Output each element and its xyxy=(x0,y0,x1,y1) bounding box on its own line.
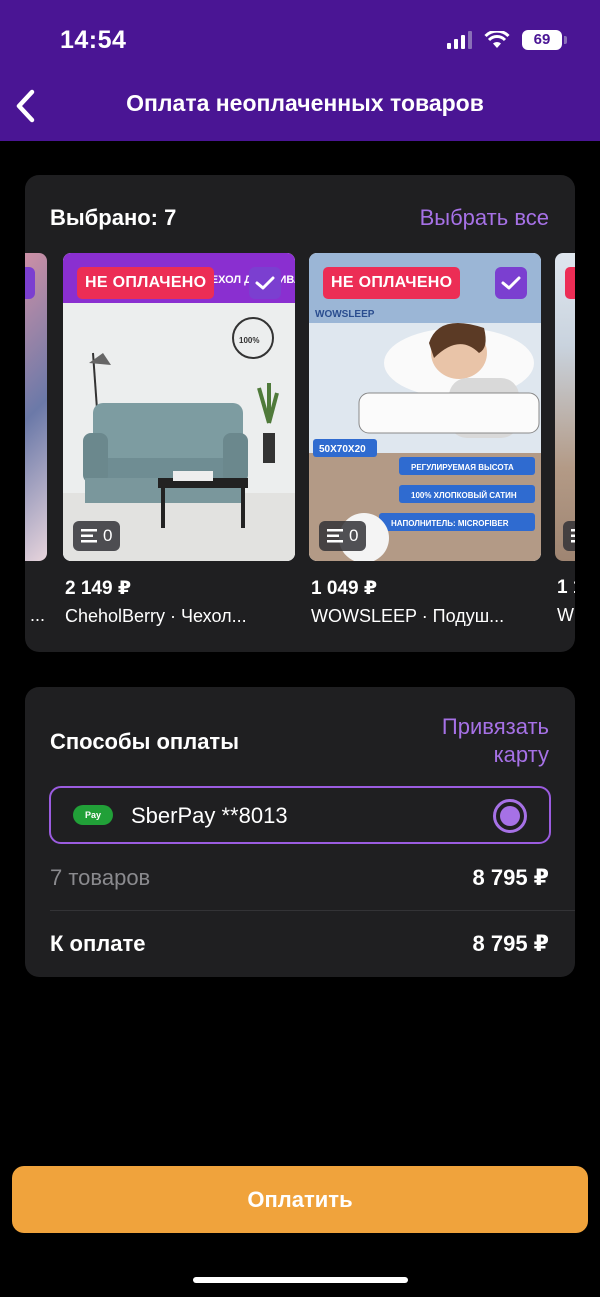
sofa-cover-image: ЧЕХОЛ ДЛЯ ДИВАНА 100% xyxy=(63,253,295,561)
payment-methods-card: Способы оплаты Привязать карту Pay SberP… xyxy=(25,687,575,977)
wifi-icon xyxy=(484,31,510,48)
svg-text:100% ХЛОПКОВЫЙ САТИН: 100% ХЛОПКОВЫЙ САТИН xyxy=(411,491,517,500)
product-card-partial-left[interactable]: ... xyxy=(25,253,47,626)
checkbox-checked-icon[interactable] xyxy=(25,267,35,299)
product-name: CheholBerry · Чехол... xyxy=(65,606,247,626)
product-name: W xyxy=(557,605,574,625)
checkbox-checked-icon[interactable] xyxy=(495,267,527,299)
amount-due-total: 8 795 ₽ xyxy=(472,931,549,956)
review-counter xyxy=(563,521,575,551)
review-counter: 0 xyxy=(319,521,367,551)
product-price: 2 149 ₽ xyxy=(65,578,132,599)
sberpay-logo-icon: Pay xyxy=(73,805,113,825)
unpaid-badge: НЕ ОПЛАЧЕНО xyxy=(77,267,215,299)
selected-count: Выбрано: 7 xyxy=(50,205,177,230)
page-title: Оплата неоплаченных товаров xyxy=(126,90,484,116)
unpaid-badge xyxy=(565,267,575,299)
status-time: 14:54 xyxy=(60,26,127,54)
product-price xyxy=(25,577,47,599)
items-count-label: 7 товаров xyxy=(50,865,151,890)
divider xyxy=(50,910,575,911)
svg-text:НАПОЛНИТЕЛЬ: MICROFIBER: НАПОЛНИТЕЛЬ: MICROFIBER xyxy=(391,519,509,528)
product-image: ЧЕХОЛ ДЛЯ ДИВАНА 100% xyxy=(63,253,295,561)
amount-due-row: К оплате 8 795 ₽ xyxy=(50,931,549,957)
select-all-button[interactable]: Выбрать все xyxy=(420,205,549,231)
payment-method-label: SberPay **8013 xyxy=(131,803,288,828)
pay-button[interactable]: Оплатить xyxy=(12,1166,588,1233)
list-icon xyxy=(327,529,343,543)
review-count: 0 xyxy=(349,526,359,545)
list-icon xyxy=(571,529,575,543)
amount-due-label: К оплате xyxy=(50,931,146,956)
unpaid-badge: НЕ ОПЛАЧЕНО xyxy=(323,267,461,299)
product-card[interactable]: ЧЕХОЛ ДЛЯ ДИВАНА 100% xyxy=(63,253,295,627)
review-counter: 0 xyxy=(73,521,121,551)
status-icons: 69 xyxy=(447,30,567,50)
payment-method-sberpay[interactable]: Pay SberPay **8013 xyxy=(49,786,551,844)
radio-selected-icon[interactable] xyxy=(493,799,527,833)
review-count: 0 xyxy=(103,526,113,545)
home-indicator[interactable] xyxy=(193,1277,408,1283)
svg-text:100%: 100% xyxy=(239,336,259,345)
payment-methods-title: Способы оплаты xyxy=(50,729,239,754)
items-total: 8 795 ₽ xyxy=(472,865,549,890)
items-summary-row: 7 товаров 8 795 ₽ xyxy=(50,865,549,891)
product-price: 1 1 xyxy=(557,577,575,598)
bind-card-button[interactable]: Привязать карту xyxy=(409,713,549,769)
svg-text:50X70X20: 50X70X20 xyxy=(319,444,366,455)
list-icon xyxy=(81,529,97,543)
product-card-partial-right[interactable]: 1 1 W xyxy=(555,253,575,626)
product-name: WOWSLEEP · Подуш... xyxy=(311,606,505,626)
battery-icon: 69 xyxy=(522,30,567,50)
product-price: 1 049 ₽ xyxy=(311,578,378,599)
pillow-image: WOWSLEEP 50X70X20 РЕГУЛИРУЕМАЯ ВЫСОТА 10… xyxy=(309,253,541,561)
app-header: 14:54 69 Оплата неоплаченных товаров xyxy=(0,0,600,141)
checkbox-checked-icon[interactable] xyxy=(249,267,281,299)
product-name: ... xyxy=(29,605,45,625)
product-image xyxy=(25,253,47,561)
signal-icon xyxy=(447,31,472,49)
product-image: WOWSLEEP 50X70X20 РЕГУЛИРУЕМАЯ ВЫСОТА 10… xyxy=(309,253,541,561)
products-carousel[interactable]: ... ЧЕХОЛ ДЛЯ ДИВАНА 100% xyxy=(25,253,575,633)
selected-products-card: Выбрано: 7 Выбрать все ... ЧЕХОЛ ДЛЯ ДИВ… xyxy=(25,175,575,652)
product-image xyxy=(555,253,575,561)
svg-text:РЕГУЛИРУЕМАЯ ВЫСОТА: РЕГУЛИРУЕМАЯ ВЫСОТА xyxy=(411,463,514,472)
product-card[interactable]: WOWSLEEP 50X70X20 РЕГУЛИРУЕМАЯ ВЫСОТА 10… xyxy=(309,253,541,627)
svg-text:WOWSLEEP: WOWSLEEP xyxy=(315,309,375,320)
